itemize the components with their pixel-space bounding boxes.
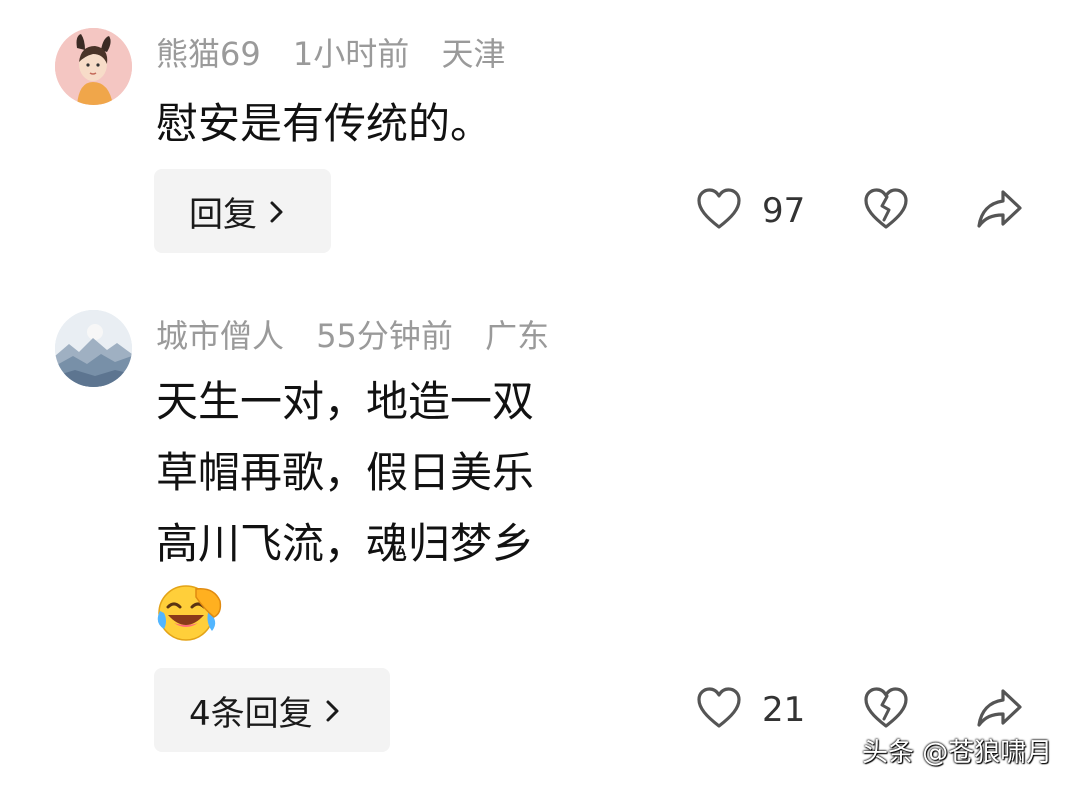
comment-meta: 熊猫69 1小时前 天津 (156, 34, 527, 74)
share-button[interactable] (975, 686, 1023, 734)
timestamp: 1小时前 (292, 35, 410, 73)
reply-button-label: 4条回复 (189, 693, 313, 734)
chevron-right-icon (265, 196, 289, 226)
like-button[interactable]: 97 (696, 187, 805, 235)
watermark: 头条 @苍狼啸月 (862, 738, 1053, 768)
dislike-button[interactable] (862, 686, 910, 734)
comment-text: 慰安是有传统的。 (156, 88, 492, 159)
broken-heart-icon (862, 187, 910, 235)
share-button[interactable] (975, 187, 1023, 235)
share-arrow-icon (975, 187, 1023, 235)
avatar[interactable] (55, 28, 132, 105)
chevron-right-icon (321, 695, 345, 725)
comment-text-line: 高川飞流，魂归梦乡 (156, 519, 535, 568)
username[interactable]: 城市僧人 (156, 317, 284, 355)
reply-button[interactable]: 4条回复 (154, 668, 390, 752)
like-count: 97 (762, 191, 806, 231)
location: 广东 (485, 317, 550, 355)
avatar[interactable] (55, 310, 132, 387)
broken-heart-icon (862, 686, 910, 734)
reply-button-label: 回复 (189, 194, 257, 235)
like-button[interactable]: 21 (696, 686, 805, 734)
comment-text: 天生一对，地造一双 草帽再歌，假日美乐 高川飞流，魂归梦乡 (156, 366, 534, 579)
reply-button[interactable]: 回复 (154, 169, 331, 253)
timestamp: 55分钟前 (316, 317, 453, 355)
heart-outline-icon (696, 187, 742, 235)
share-arrow-icon (975, 686, 1023, 734)
comment-item: 城市僧人 55分钟前 广东 天生一对，地造一双 草帽再歌，假日美乐 高川飞流，魂… (0, 300, 1080, 770)
comment-text-line: 慰安是有传统的。 (156, 99, 493, 148)
like-count: 21 (762, 690, 806, 730)
comment-text-line: 天生一对，地造一双 (156, 377, 535, 426)
comment-item: 熊猫69 1小时前 天津 慰安是有传统的。 回复 97 (0, 0, 1080, 270)
comment-text-line: 草帽再歌，假日美乐 (156, 448, 535, 497)
laughing-tears-emoji (156, 583, 224, 643)
dislike-button[interactable] (862, 187, 910, 235)
location: 天津 (441, 35, 506, 73)
username[interactable]: 熊猫69 (156, 35, 261, 73)
heart-outline-icon (696, 686, 742, 734)
comment-meta: 城市僧人 55分钟前 广东 (156, 316, 571, 356)
